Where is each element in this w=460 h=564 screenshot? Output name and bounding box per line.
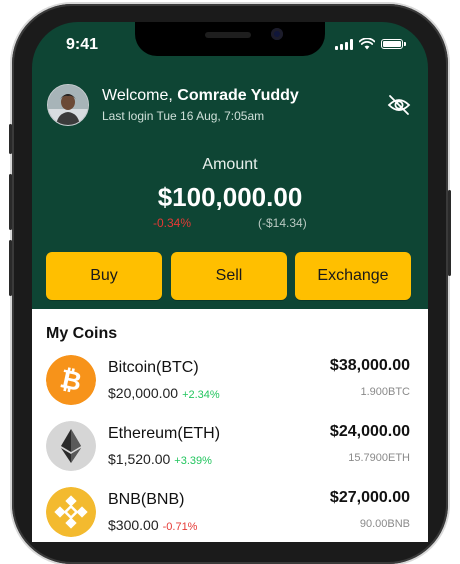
coin-row-btc[interactable]: ₿ Bitcoin(BTC) $20,000.00 +2.34% $38,000.… [32,355,428,419]
bitcoin-icon: ₿ [46,355,96,405]
camera-icon [271,28,283,40]
last-login: Last login Tue 16 Aug, 7:05am [102,109,265,123]
coin-price-value: $1,520.00 [108,451,171,467]
coin-price-value: $20,000.00 [108,385,179,401]
status-icons [335,38,406,50]
welcome-message: Welcome, Comrade Yuddy [102,87,299,105]
battery-icon [381,39,403,49]
coin-price-value: $300.00 [108,517,159,533]
coin-change: +2.34% [182,389,220,401]
coin-price: $20,000.00 +2.34% [108,385,220,401]
power-button [448,190,451,276]
speaker-grille [205,32,251,38]
ethereum-icon [46,421,96,471]
bnb-icon [46,487,96,537]
eye-off-icon[interactable] [387,94,411,116]
coins-title: My Coins [46,325,118,342]
sell-button[interactable]: Sell [171,252,287,300]
avatar-photo [48,85,88,125]
user-name: Comrade Yuddy [177,87,299,104]
avatar[interactable] [47,84,89,126]
volume-down-button [9,240,12,296]
change-percent: -0.34% [153,216,192,230]
app-screen: 9:41 Welcome, Comrade Yuddy Last login T… [32,22,428,542]
coin-quantity: 1.900BTC [360,386,410,398]
coin-value: $27,000.00 [329,489,410,506]
amount-label: Amount [202,156,258,173]
coin-name: Bitcoin(BTC) [108,359,199,376]
welcome-prefix: Welcome, [102,87,178,104]
coin-row-bnb[interactable]: BNB(BNB) $300.00 -0.71% $27,000.00 90.00B… [32,487,428,542]
coin-quantity: 15.7900ETH [348,452,410,464]
coin-quantity: 90.00BNB [359,518,410,530]
coin-change: +3.39% [174,455,212,467]
coin-change: -0.71% [162,521,198,533]
volume-up-button [9,174,12,230]
coin-row-eth[interactable]: Ethereum(ETH) $1,520.00 +3.39% $24,000.00… [32,421,428,485]
amount-value: $100,000.00 [157,182,303,212]
status-time: 9:41 [66,36,99,53]
coin-value: $38,000.00 [329,357,410,374]
coin-value: $24,000.00 [329,423,410,440]
change-amount: (-$14.34) [258,216,307,230]
wifi-icon [359,38,375,50]
coin-name: BNB(BNB) [108,491,185,508]
notch [135,22,325,56]
buy-button[interactable]: Buy [46,252,162,300]
coin-name: Ethereum(ETH) [108,425,221,442]
battery-tip [404,42,406,46]
exchange-button[interactable]: Exchange [295,252,411,300]
coins-panel: My Coins ₿ Bitcoin(BTC) $20,000.00 +2.34%… [32,309,428,542]
coin-price: $300.00 -0.71% [108,517,197,533]
signal-icon [335,38,353,50]
coin-price: $1,520.00 +3.39% [108,451,212,467]
mute-switch [9,124,12,154]
